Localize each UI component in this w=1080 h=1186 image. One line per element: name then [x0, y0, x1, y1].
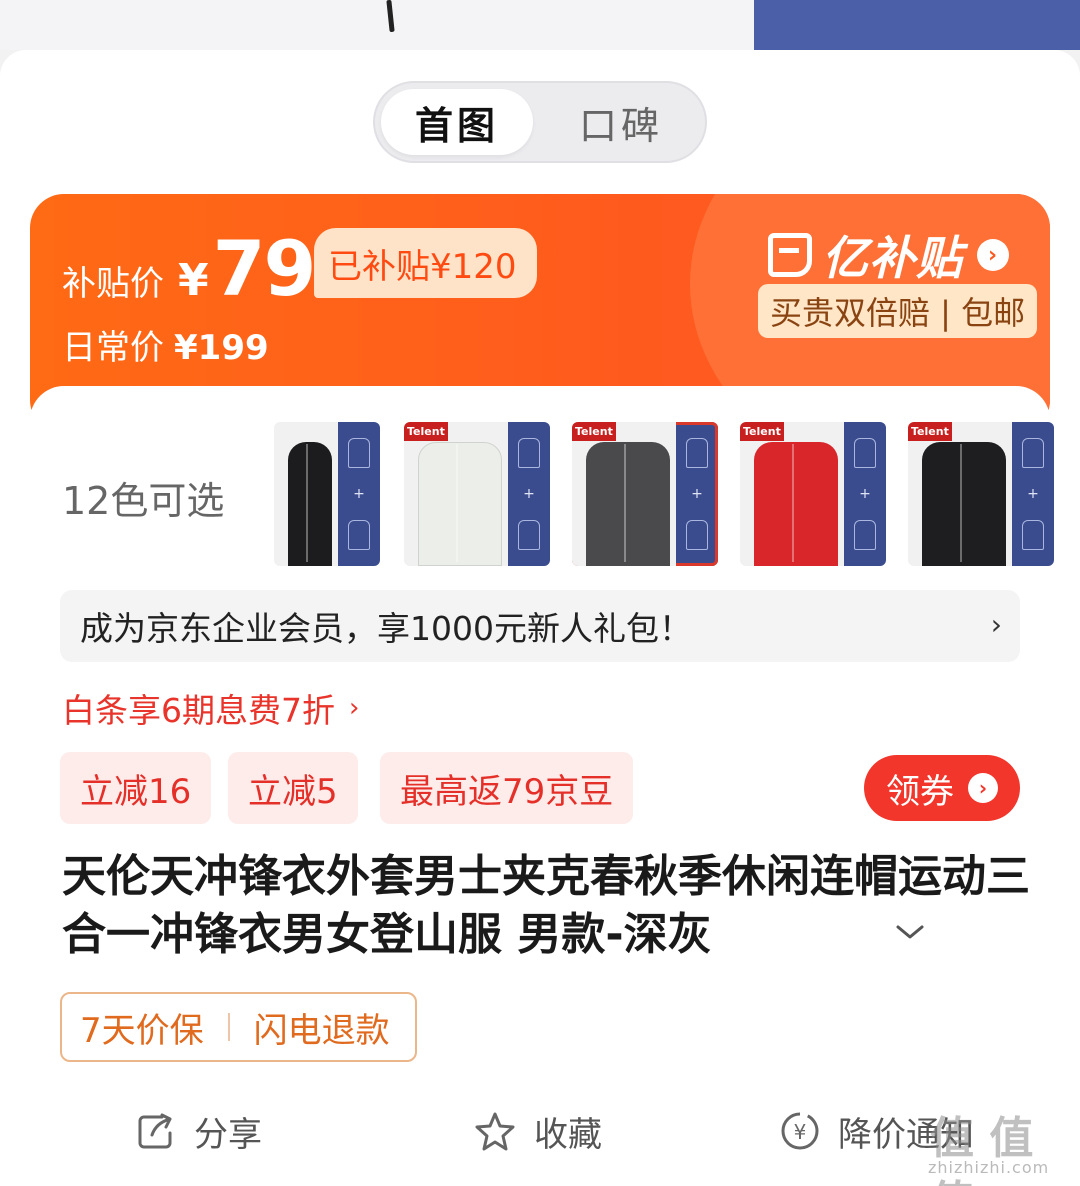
liner-info-panel: + — [844, 422, 886, 566]
tab-main-image[interactable]: 首图 — [381, 89, 533, 155]
coupon-button-label: 领券 — [886, 771, 954, 812]
favorite-label: 收藏 — [534, 1114, 602, 1155]
daily-price-label: 日常价 — [62, 328, 164, 368]
price-alert-icon: ¥ — [781, 1112, 819, 1150]
member-banner-text: 成为京东企业会员，享1000元新人礼包！ — [80, 609, 692, 648]
liner-info-panel: + — [338, 422, 380, 566]
favorite-button[interactable]: 收藏 — [474, 1104, 602, 1158]
promo-chip[interactable]: 最高返79京豆 — [380, 752, 634, 824]
svg-text:¥: ¥ — [794, 1120, 807, 1144]
baitiao-text: 白条享6期息费7折 — [62, 691, 335, 730]
baitiao-installment-link[interactable]: 白条享6期息费7折 › — [62, 684, 359, 732]
image-fragment — [754, 0, 1080, 50]
chevron-down-icon[interactable] — [896, 918, 924, 946]
daily-price: 日常价 ¥199 — [62, 320, 269, 369]
billion-subsidy-link[interactable]: 亿补贴 › — [768, 222, 1009, 288]
star-icon — [475, 1112, 515, 1151]
tab-switcher: 首图 口碑 — [373, 81, 707, 163]
jacket-image: Telent — [908, 422, 1012, 566]
brand-label: 亿补贴 — [822, 231, 963, 285]
get-coupon-button[interactable]: 领券 › — [864, 755, 1020, 821]
currency-symbol: ¥ — [178, 255, 209, 306]
color-option-thumb[interactable]: Telent + — [404, 422, 550, 566]
color-option-thumb[interactable]: + — [274, 422, 380, 566]
promo-chip[interactable]: 立减5 — [228, 752, 358, 824]
color-option-thumb[interactable]: Telent + — [740, 422, 886, 566]
jacket-image — [274, 422, 338, 566]
watermark-url: zhizhizhi.com — [928, 1158, 1050, 1177]
subsidy-amount-badge: 已补贴¥120 — [314, 228, 537, 298]
chevron-right-icon: › — [968, 773, 998, 803]
enterprise-member-banner[interactable]: 成为京东企业会员，享1000元新人礼包！ › — [60, 590, 1020, 662]
jacket-image: Telent — [404, 422, 508, 566]
share-button[interactable]: 分享 — [136, 1104, 262, 1158]
price-protect-label: 7天价保 — [80, 1010, 204, 1051]
top-image-strip — [0, 0, 1080, 50]
service-guarantees[interactable]: 7天价保 闪电退款 — [60, 992, 417, 1062]
chevron-right-icon: › — [349, 693, 360, 723]
subsidy-logo-icon — [768, 233, 812, 277]
daily-price-value: ¥199 — [174, 328, 269, 368]
chevron-right-icon: › — [977, 239, 1009, 271]
share-label: 分享 — [194, 1114, 262, 1155]
brand-tag: Telent — [572, 422, 616, 441]
liner-info-panel: + — [676, 422, 718, 566]
color-count-label: 12色可选 — [62, 479, 225, 523]
color-option-thumb[interactable]: Telent + — [908, 422, 1054, 566]
chevron-right-icon: › — [990, 608, 1002, 641]
brand-tag: Telent — [404, 422, 448, 441]
brand-tag: Telent — [908, 422, 952, 441]
image-fragment — [386, 0, 395, 33]
guarantee-badge: 买贵双倍赔 | 包邮 — [758, 284, 1038, 338]
jacket-image: Telent — [740, 422, 844, 566]
share-icon — [138, 1113, 172, 1149]
promo-chip[interactable]: 立减16 — [60, 752, 212, 824]
brand-tag: Telent — [740, 422, 784, 441]
subsidy-price: ¥79 — [178, 224, 317, 313]
fast-refund-label: 闪电退款 — [253, 1010, 390, 1051]
subsidy-price-value: 79 — [212, 224, 317, 313]
product-title: 天伦天冲锋衣外套男士夹克春秋季休闲连帽运动三合一冲锋衣男女登山服 男款-深灰 — [62, 851, 1030, 960]
liner-info-panel: + — [1012, 422, 1054, 566]
tab-reviews[interactable]: 口碑 — [545, 89, 697, 155]
subsidy-price-label: 补贴价 — [62, 264, 164, 304]
divider — [227, 1013, 230, 1041]
liner-info-panel: + — [508, 422, 550, 566]
jacket-image: Telent — [572, 422, 676, 566]
color-option-thumb[interactable]: Telent + — [572, 422, 718, 566]
